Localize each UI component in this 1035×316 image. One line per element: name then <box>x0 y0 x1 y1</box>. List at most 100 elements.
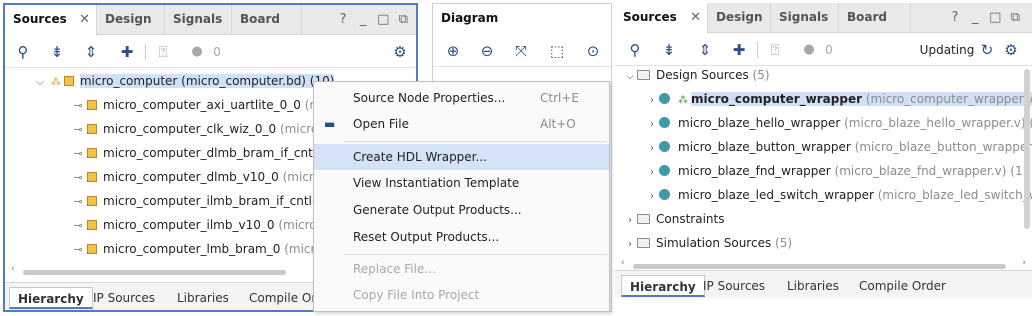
crosshair-icon[interactable]: ⊙ <box>583 41 603 61</box>
close-icon[interactable]: ✕ <box>79 5 90 34</box>
list-item[interactable]: › micro_blaze_button_wrapper (micro_blaze… <box>645 135 1032 159</box>
chevron-right-icon[interactable]: › <box>645 185 659 209</box>
tree-item-micro-computer[interactable]: ⌵ ⁂ micro_computer (micro_computer.bd) (1… <box>33 69 335 95</box>
tree-item-label: micro_computer (micro_computer.bd) (10) <box>79 74 335 88</box>
tab-design[interactable]: Design <box>708 3 771 33</box>
collapse-all-icon[interactable]: ⇟ <box>47 42 67 62</box>
tab-hierarchy[interactable]: Hierarchy <box>9 287 93 309</box>
menu-item-source-node-properties[interactable]: Source Node Properties... Ctrl+E <box>314 85 609 111</box>
scroll-left-icon[interactable]: ‹ <box>621 258 625 268</box>
tab-hierarchy[interactable]: Hierarchy <box>621 275 705 297</box>
tab-board[interactable]: Board <box>839 3 911 33</box>
chevron-down-icon[interactable]: ⌵ <box>33 71 47 95</box>
zoom-fit-icon[interactable]: ⤧ <box>511 41 531 61</box>
tab-signals[interactable]: Signals <box>165 5 232 35</box>
module-icon <box>659 141 670 152</box>
chevron-down-icon[interactable]: ⌵ <box>623 65 637 89</box>
ip-icon <box>87 172 97 182</box>
scrollbar-thumb[interactable] <box>633 264 1006 269</box>
list-item[interactable]: › micro_blaze_hello_wrapper (micro_blaze_… <box>645 111 1032 135</box>
maximize-icon[interactable]: □ <box>987 3 1003 33</box>
float-icon[interactable]: ⧉ <box>395 5 411 35</box>
menu-item-copy-file-into-project: Copy File Into Project <box>353 288 480 302</box>
chevron-right-icon[interactable]: › <box>645 113 659 137</box>
top-module-icon <box>659 93 670 104</box>
tab-design[interactable]: Design <box>97 5 165 35</box>
menu-item-view-instantiation-template[interactable]: View Instantiation Template <box>314 170 609 196</box>
search-icon[interactable]: ⚲ <box>625 40 645 60</box>
minimize-icon[interactable]: _ <box>967 3 983 33</box>
bottom-tabs: Hierarchy IP Sources Libraries Compile O… <box>615 270 1032 298</box>
list-item[interactable]: ⊸micro_computer_axi_uartlite_0_0 (mic <box>71 93 331 117</box>
tab-ip-sources[interactable]: IP Sources <box>85 287 163 309</box>
tree-item-simulation-sources[interactable]: › Simulation Sources (5) <box>623 231 792 255</box>
float-icon[interactable]: ⧉ <box>1007 3 1023 33</box>
tab-board[interactable]: Board <box>232 5 302 35</box>
chevron-right-icon[interactable]: › <box>623 233 637 257</box>
vertical-scrollbar[interactable] <box>1024 69 1030 229</box>
tab-signals[interactable]: Signals <box>771 3 839 33</box>
gear-icon[interactable]: ⚙ <box>1001 40 1021 60</box>
updating-status: Updating <box>919 43 975 57</box>
menu-item-reset-output-products[interactable]: Reset Output Products... <box>314 224 609 250</box>
scroll-left-icon[interactable]: ‹ <box>11 264 15 274</box>
tab-sources[interactable]: Sources ✕ <box>615 3 708 34</box>
properties-icon[interactable]: ⍰ <box>765 40 785 60</box>
tab-compile-order[interactable]: Compile Order <box>851 275 954 297</box>
tab-ip-sources[interactable]: IP Sources <box>695 275 773 297</box>
tree-item-constraints[interactable]: › Constraints <box>623 207 724 231</box>
tab-sources[interactable]: Sources ✕ <box>5 5 97 36</box>
tab-libraries[interactable]: Libraries <box>169 287 237 309</box>
list-item[interactable]: ⊸ micro_computer_lmb_bram_0 (micro_ <box>71 237 328 261</box>
properties-icon[interactable]: ⍰ <box>153 42 173 62</box>
list-item[interactable]: ⊸ micro_computer_dlmb_bram_if_cntlr_ <box>71 141 327 165</box>
chevron-right-icon[interactable]: › <box>645 137 659 161</box>
list-item[interactable]: › micro_blaze_led_switch_wrapper (micro_b… <box>645 183 1032 207</box>
expand-all-icon[interactable]: ⇕ <box>695 40 715 60</box>
menu-item-open-file[interactable]: ▬ Open File Alt+O <box>314 111 609 137</box>
list-item[interactable]: ⊸ micro_computer_ilmb_bram_if_cntlr_ <box>71 189 322 213</box>
horizontal-scrollbar[interactable]: ‹ <box>11 264 311 277</box>
list-item[interactable]: ⊸ micro_computer_dlmb_v10_0 (micro_c <box>71 165 333 189</box>
tab-diagram[interactable]: Diagram <box>433 4 611 35</box>
help-icon[interactable]: ? <box>947 3 963 33</box>
tab-libraries[interactable]: Libraries <box>779 275 847 297</box>
scroll-right-icon[interactable]: › <box>1022 258 1026 268</box>
chevron-right-icon[interactable]: › <box>645 161 659 185</box>
zoom-in-icon[interactable]: ⊕ <box>443 41 463 61</box>
gear-icon[interactable]: ⚙ <box>390 42 410 62</box>
tab-bar: Sources ✕ Design Signals Board ? _ □ ⧉ <box>615 3 1032 34</box>
maximize-icon[interactable]: □ <box>375 5 391 35</box>
add-sources-icon[interactable]: ✚ <box>117 42 137 62</box>
menu-item-generate-output-products[interactable]: Generate Output Products... <box>314 197 609 223</box>
menu-item-create-hdl-wrapper[interactable]: Create HDL Wrapper... <box>314 144 609 170</box>
module-icon <box>659 189 670 200</box>
context-menu: Source Node Properties... Ctrl+E ▬ Open … <box>313 81 610 312</box>
minimize-icon[interactable]: _ <box>355 5 371 35</box>
collapse-all-icon[interactable]: ⇟ <box>659 40 679 60</box>
zoom-area-icon[interactable]: ⬚ <box>547 41 567 61</box>
tree-item-design-sources[interactable]: ⌵ Design Sources (5) <box>623 63 769 89</box>
block-design-icon: ⁂ <box>50 77 61 88</box>
folder-icon <box>637 70 650 80</box>
refresh-icon[interactable]: ↻ <box>977 40 997 60</box>
chevron-right-icon[interactable]: › <box>623 209 637 233</box>
scrollbar-thumb[interactable] <box>23 270 286 275</box>
status-counter: 0 <box>213 45 221 59</box>
plug-icon: ⊸ <box>73 123 83 136</box>
tree-item-micro-computer-wrapper[interactable]: › ⁂ micro_computer_wrapper (micro_computer… <box>645 87 1032 111</box>
list-item[interactable]: ⊸ micro_computer_ilmb_v10_0 (micro_c <box>71 213 329 237</box>
chevron-right-icon[interactable]: › <box>645 89 659 113</box>
list-item[interactable]: › micro_blaze_fnd_wrapper (micro_blaze_fn… <box>645 159 1027 183</box>
zoom-out-icon[interactable]: ⊖ <box>477 41 497 61</box>
search-icon[interactable]: ⚲ <box>13 42 33 62</box>
help-icon[interactable]: ? <box>335 5 351 35</box>
sources-toolbar: ⚲ ⇟ ⇕ ✚ ⍰ ● 0 ⚙ <box>5 36 416 68</box>
plug-icon: ⊸ <box>73 147 83 160</box>
tab-bar: Sources ✕ Design Signals Board ? _ □ ⧉ <box>5 5 416 36</box>
add-sources-icon[interactable]: ✚ <box>729 40 749 60</box>
status-dot-icon: ● <box>803 42 815 57</box>
expand-all-icon[interactable]: ⇕ <box>81 42 101 62</box>
close-icon[interactable]: ✕ <box>690 3 701 32</box>
list-item[interactable]: ⊸ micro_computer_clk_wiz_0_0 (micro_c <box>71 117 330 141</box>
